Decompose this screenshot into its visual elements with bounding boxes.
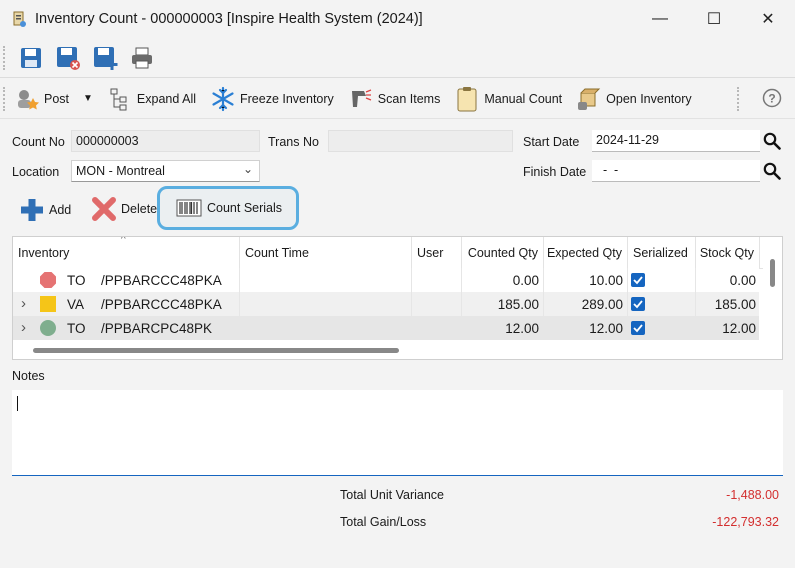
save-new-icon [94,46,118,70]
count-serials-button[interactable]: Count Serials [157,186,299,230]
col-counted-qty[interactable]: Counted Qty [462,237,544,269]
expand-row-icon[interactable]: › [21,319,26,336]
table-row[interactable]: › TO /PPBARCPC48PK 12.00 12.00 12.00 [13,316,759,340]
count-no-field[interactable]: 000000003 [71,130,260,152]
start-date-label: Start Date [523,135,580,149]
maximize-button[interactable]: ☐ [687,0,741,38]
location-select[interactable]: MON - Montreal ⌄ [71,160,260,182]
toolbar-separator [737,87,741,111]
help-icon: ? [762,88,782,108]
grid-header: ^ Inventory Count Time User Counted Qty … [13,237,763,269]
inventory-grid[interactable]: ^ Inventory Count Time User Counted Qty … [12,236,783,360]
serialized-checkbox[interactable] [631,273,645,287]
save-close-button[interactable] [53,43,83,73]
expand-all-button[interactable]: Expand All [107,84,196,114]
print-button[interactable] [127,43,157,73]
window-title: Inventory Count - 000000003 [Inspire Hea… [35,11,423,27]
col-count-time[interactable]: Count Time [240,237,412,269]
total-gain-loss-label: Total Gain/Loss [340,515,427,529]
total-unit-variance-value: -1,488.00 [726,488,779,502]
chevron-down-icon: ⌄ [242,162,253,176]
total-unit-variance-label: Total Unit Variance [340,488,444,502]
save-button[interactable] [16,43,46,73]
serialized-checkbox[interactable] [631,297,645,311]
svg-text:?: ? [768,92,775,106]
app-icon [13,11,26,27]
post-button[interactable]: Post ▼ [14,84,93,114]
post-dropdown-icon[interactable]: ▼ [83,93,93,104]
table-row[interactable]: › VA /PPBARCCC48PKA 185.00 289.00 185.00 [13,292,759,316]
save-icon [21,47,41,68]
manual-count-button[interactable]: Manual Count [454,84,562,114]
vertical-scrollbar[interactable] [770,259,775,287]
trans-no-field[interactable] [328,130,513,152]
plus-icon [21,199,43,221]
open-inventory-button[interactable]: Open Inventory [576,84,692,114]
notes-label: Notes [12,369,45,383]
start-date-search-icon[interactable] [763,132,781,150]
yellow-square-marker-icon [40,296,56,312]
delete-button[interactable]: Delete [92,197,157,221]
col-stock-qty[interactable]: Stock Qty [696,237,760,269]
save-close-icon [57,46,80,70]
finish-date-label: Finish Date [523,165,587,179]
start-date-field[interactable]: 2024-11-29 [592,130,760,152]
box-hand-icon [576,86,602,112]
notes-textarea[interactable] [12,390,783,476]
delete-x-icon [92,197,116,221]
tree-icon [107,86,133,112]
count-no-label: Count No [12,135,65,149]
save-new-button[interactable] [90,43,120,73]
barcode-scanner-icon [348,86,374,112]
red-octagon-marker-icon [40,272,56,288]
barcode-icon [176,199,202,217]
finish-date-field[interactable]: - - [592,160,760,182]
col-user[interactable]: User [412,237,462,269]
total-gain-loss-value: -122,793.32 [712,515,779,529]
title-bar: Inventory Count - 000000003 [Inspire Hea… [0,0,795,38]
green-circle-marker-icon [40,320,56,336]
snowflake-icon [210,86,236,112]
location-label: Location [12,165,60,179]
text-caret [17,396,18,411]
toolbar-grip [3,87,7,111]
post-icon [14,86,40,112]
table-row[interactable]: TO /PPBARCCC48PKA 0.00 10.00 0.00 [13,268,759,292]
col-inventory[interactable]: Inventory [13,237,240,269]
toolbar-grip [3,45,7,70]
horizontal-scrollbar[interactable] [33,348,399,353]
finish-date-search-icon[interactable] [763,162,781,180]
expand-row-icon[interactable]: › [21,295,26,312]
col-expected-qty[interactable]: Expected Qty [544,237,628,269]
help-button[interactable]: ? [759,85,785,111]
print-icon [132,47,152,68]
col-serialized[interactable]: Serialized [628,237,696,269]
close-button[interactable]: ✕ [741,0,795,38]
add-button[interactable]: Add [19,197,71,223]
trans-no-label: Trans No [268,135,319,149]
main-toolbar: Post ▼ Expand All Freeze Inventory Scan … [0,79,795,119]
clipboard-icon [454,86,480,112]
minimize-button[interactable]: — [633,0,687,38]
quick-access-bar [0,38,795,78]
freeze-inventory-button[interactable]: Freeze Inventory [210,84,334,114]
scan-items-button[interactable]: Scan Items [348,84,440,114]
serialized-checkbox[interactable] [631,321,645,335]
